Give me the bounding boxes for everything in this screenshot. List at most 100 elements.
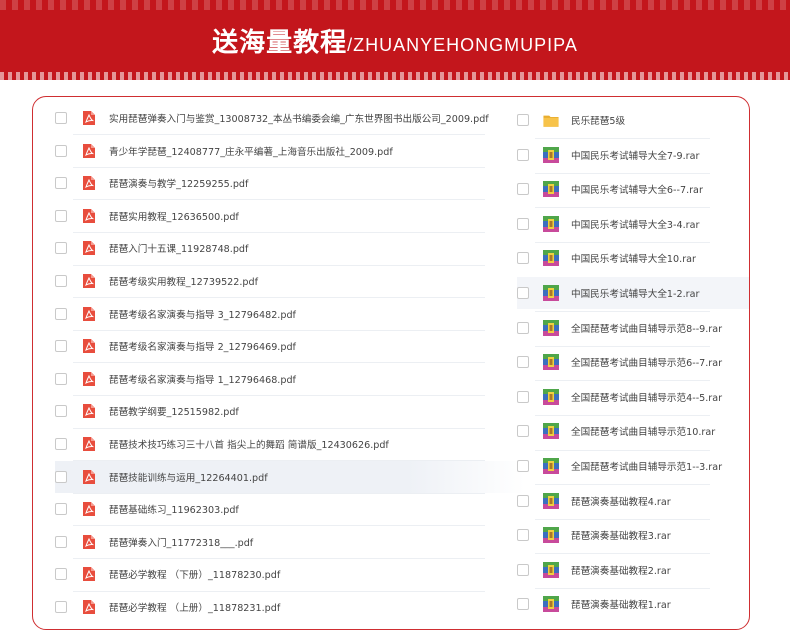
file-name: 琵琶演奏基础教程4.rar bbox=[571, 496, 671, 508]
right-file-row[interactable]: 琵琶演奏基础教程3.rar bbox=[517, 519, 749, 551]
select-checkbox[interactable] bbox=[55, 275, 67, 287]
file-name: 琵琶演奏与教学_12259255.pdf bbox=[109, 179, 249, 191]
folder-icon bbox=[543, 112, 559, 128]
right-file-row[interactable]: 中国民乐考试辅导大全1-2.rar bbox=[517, 277, 749, 309]
select-checkbox[interactable] bbox=[55, 372, 67, 385]
right-file-row[interactable]: 琵琶演奏基础教程2.rar bbox=[517, 554, 749, 586]
file-name: 琵琶考级实用教程_12739522.pdf bbox=[109, 277, 258, 288]
left-file-row[interactable]: 琵琶考级名家演奏与指导 1_12796468.pdf bbox=[55, 363, 525, 395]
right-file-row[interactable]: 全国琵琶考试曲目辅导示范10.rar bbox=[517, 415, 749, 447]
right-file-row[interactable]: 民乐琵琶5级 bbox=[517, 104, 749, 136]
left-file-row[interactable]: 琵琶考级实用教程_12739522.pdf bbox=[55, 265, 525, 297]
select-checkbox[interactable] bbox=[55, 209, 67, 222]
left-file-row[interactable]: 琵琶必学教程 （上册）_11878231.pdf bbox=[55, 591, 525, 623]
file-name: 全国琵琶考试曲目辅导示范1--3.rar bbox=[571, 462, 723, 473]
right-file-row[interactable]: 琵琶演奏基础教程4.rar bbox=[517, 485, 749, 517]
select-checkbox[interactable] bbox=[55, 470, 67, 483]
select-checkbox[interactable] bbox=[517, 390, 529, 403]
pdf-icon bbox=[81, 501, 97, 517]
banner-bottom-pattern bbox=[0, 72, 790, 80]
pdf-icon bbox=[81, 566, 97, 582]
select-checkbox[interactable] bbox=[55, 340, 67, 353]
file-name: 琵琶演奏基础教程3.rar bbox=[571, 531, 671, 543]
left-file-row[interactable]: 琵琶考级名家演奏与指导 3_12796482.pdf bbox=[55, 298, 525, 330]
select-checkbox[interactable] bbox=[55, 242, 67, 255]
select-checkbox[interactable] bbox=[517, 114, 529, 126]
file-name: 琵琶入门十五课_11928748.pdf bbox=[109, 244, 249, 256]
file-name: 琵琶考级名家演奏与指导 3_12796482.pdf bbox=[109, 309, 296, 321]
select-checkbox[interactable] bbox=[55, 405, 67, 418]
pdf-icon bbox=[81, 110, 97, 126]
select-checkbox[interactable] bbox=[517, 563, 529, 576]
select-checkbox[interactable] bbox=[517, 356, 529, 369]
file-name: 中国民乐考试辅导大全7-9.rar bbox=[571, 150, 700, 162]
select-checkbox[interactable] bbox=[517, 494, 529, 507]
rar-icon bbox=[543, 492, 559, 509]
left-file-row[interactable]: 琵琶基础练习_11962303.pdf bbox=[55, 493, 525, 525]
rar-icon bbox=[543, 458, 559, 474]
left-file-row[interactable]: 琵琶实用教程_12636500.pdf bbox=[55, 200, 525, 232]
right-file-row[interactable]: 全国琵琶考试曲目辅导示范1--3.rar bbox=[517, 450, 749, 482]
select-checkbox[interactable] bbox=[55, 307, 67, 320]
select-checkbox[interactable] bbox=[517, 598, 529, 611]
select-checkbox[interactable] bbox=[55, 144, 67, 157]
file-name: 琵琶技术技巧练习三十八首 指尖上的舞蹈 简谱版_12430626.pdf bbox=[109, 440, 389, 451]
left-file-row[interactable]: 琵琶入门十五课_11928748.pdf bbox=[55, 232, 525, 264]
rar-icon bbox=[543, 146, 559, 163]
pdf-icon bbox=[81, 208, 97, 224]
header-banner: 送海量教程/ZHUANYEHONGMUPIPA bbox=[0, 0, 790, 80]
pdf-icon bbox=[81, 469, 97, 485]
select-checkbox[interactable] bbox=[517, 217, 529, 230]
select-checkbox[interactable] bbox=[517, 252, 529, 265]
file-name: 中国民乐考试辅导大全10.rar bbox=[571, 254, 696, 266]
select-checkbox[interactable] bbox=[517, 460, 529, 472]
select-checkbox[interactable] bbox=[517, 148, 529, 161]
select-checkbox[interactable] bbox=[55, 568, 67, 581]
left-file-row[interactable]: 实用琵琶弹奏入门与鉴赏_13008732_本丛书编委会编_广东世界图书出版公司_… bbox=[55, 102, 525, 134]
select-checkbox[interactable] bbox=[55, 177, 67, 190]
pdf-icon bbox=[81, 273, 97, 289]
file-name: 实用琵琶弹奏入门与鉴赏_13008732_本丛书编委会编_广东世界图书出版公司_… bbox=[109, 114, 489, 125]
left-file-row[interactable]: 琵琶必学教程 （下册）_11878230.pdf bbox=[55, 558, 525, 590]
left-file-row[interactable]: 琵琶弹奏入门_11772318___.pdf bbox=[55, 526, 525, 558]
select-checkbox[interactable] bbox=[517, 529, 529, 542]
pdf-icon bbox=[81, 403, 97, 419]
select-checkbox[interactable] bbox=[517, 183, 529, 196]
file-name: 琵琶演奏基础教程2.rar bbox=[571, 565, 671, 577]
file-name: 琵琶教学纲要_12515982.pdf bbox=[109, 407, 239, 419]
file-name: 全国琵琶考试曲目辅导示范6--7.rar bbox=[571, 358, 723, 370]
right-file-row[interactable]: 中国民乐考试辅导大全3-4.rar bbox=[517, 208, 749, 240]
select-checkbox[interactable] bbox=[55, 438, 67, 450]
right-file-row[interactable]: 全国琵琶考试曲目辅导示范6--7.rar bbox=[517, 346, 749, 378]
banner-top-pattern bbox=[0, 0, 790, 10]
select-checkbox[interactable] bbox=[55, 601, 67, 613]
left-file-row[interactable]: 琵琶技术技巧练习三十八首 指尖上的舞蹈 简谱版_12430626.pdf bbox=[55, 428, 525, 460]
select-checkbox[interactable] bbox=[517, 287, 529, 299]
right-file-row[interactable]: 中国民乐考试辅导大全7-9.rar bbox=[517, 139, 749, 171]
file-name: 青少年学琵琶_12408777_庄永平编著_上海音乐出版社_2009.pdf bbox=[109, 146, 393, 158]
right-file-row[interactable]: 中国民乐考试辅导大全10.rar bbox=[517, 242, 749, 274]
right-file-row[interactable]: 中国民乐考试辅导大全6--7.rar bbox=[517, 173, 749, 205]
select-checkbox[interactable] bbox=[55, 112, 67, 124]
pdf-icon bbox=[81, 534, 97, 550]
select-checkbox[interactable] bbox=[55, 535, 67, 548]
rar-icon bbox=[543, 596, 559, 613]
left-file-row[interactable]: 青少年学琵琶_12408777_庄永平编著_上海音乐出版社_2009.pdf bbox=[55, 135, 525, 167]
select-checkbox[interactable] bbox=[517, 321, 529, 334]
right-file-row[interactable]: 全国琵琶考试曲目辅导示范4--5.rar bbox=[517, 381, 749, 413]
pdf-icon bbox=[81, 599, 97, 615]
file-name: 琵琶实用教程_12636500.pdf bbox=[109, 211, 239, 223]
left-file-row[interactable]: 琵琶教学纲要_12515982.pdf bbox=[55, 395, 525, 427]
right-file-row[interactable]: 琵琶演奏基础教程1.rar bbox=[517, 588, 749, 620]
left-file-row[interactable]: 琵琶技能训练与运用_12264401.pdf bbox=[55, 460, 525, 493]
select-checkbox[interactable] bbox=[55, 503, 67, 516]
file-name: 全国琵琶考试曲目辅导示范10.rar bbox=[571, 427, 716, 439]
select-checkbox[interactable] bbox=[517, 425, 529, 438]
file-name: 民乐琵琶5级 bbox=[571, 116, 626, 127]
pdf-icon bbox=[81, 338, 97, 354]
file-name: 琵琶演奏基础教程1.rar bbox=[571, 600, 671, 612]
file-list-panel: 实用琵琶弹奏入门与鉴赏_13008732_本丛书编委会编_广东世界图书出版公司_… bbox=[32, 96, 750, 630]
right-file-row[interactable]: 全国琵琶考试曲目辅导示范8--9.rar bbox=[517, 312, 749, 344]
left-file-row[interactable]: 琵琶考级名家演奏与指导 2_12796469.pdf bbox=[55, 330, 525, 362]
left-file-row[interactable]: 琵琶演奏与教学_12259255.pdf bbox=[55, 167, 525, 199]
